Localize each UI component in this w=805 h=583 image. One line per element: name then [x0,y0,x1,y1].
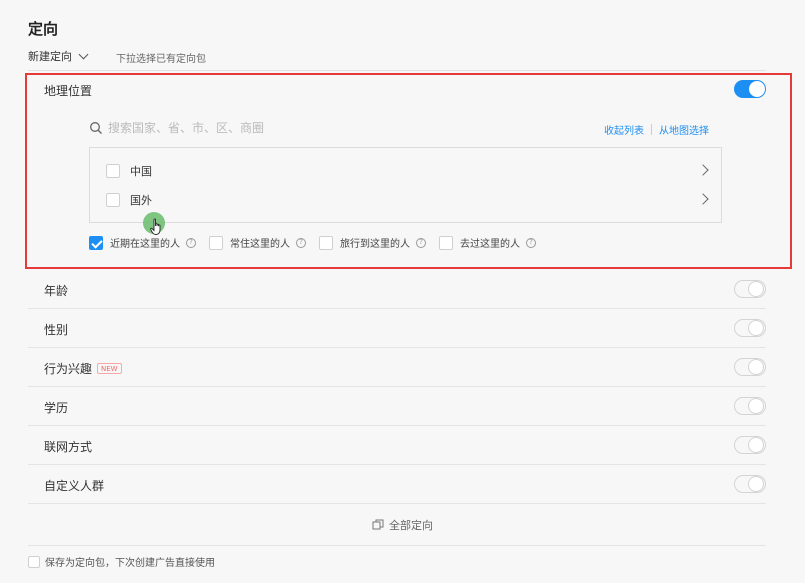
row-label: 性别 [44,323,69,337]
education-toggle[interactable] [734,397,766,415]
expand-all-icon [372,519,384,530]
row-label: 自定义人群 [44,479,105,493]
people-option-label: 去过这里的人 [460,239,520,250]
people-checkbox[interactable] [319,235,333,250]
region-checkbox[interactable] [106,193,120,207]
search-icon [90,122,102,134]
hand-cursor-icon [150,218,161,235]
people-option-resident[interactable]: 常住这里的人 ? [209,235,306,250]
age-toggle[interactable] [734,280,766,298]
help-icon[interactable]: ? [526,237,536,248]
collapse-list-link[interactable]: 收起列表 [604,122,644,137]
region-item-overseas[interactable]: 国外 [106,191,711,209]
new-targeting-label: 新建定向 [28,50,72,63]
geo-toggle[interactable] [734,80,766,98]
row-label: 联网方式 [44,440,93,454]
toggle-knob [749,81,765,97]
toggle-knob [748,320,764,336]
row-label: 年龄 [44,284,69,298]
geo-section-title: 地理位置 [44,84,93,98]
targeting-row-network: 联网方式 [28,426,766,465]
toggle-knob [748,398,764,414]
toggle-knob [748,476,764,492]
people-type-options: 近期在这里的人 ? 常住这里的人 ? 旅行到这里的人 ? 去过这里的人 ? [89,235,549,250]
interests-toggle[interactable] [734,358,766,376]
targeting-row-custom-audience: 自定义人群 [28,465,766,504]
link-separator [651,124,652,135]
network-toggle[interactable] [734,436,766,454]
targeting-row-gender: 性别 [28,309,766,348]
map-select-link[interactable]: 从地图选择 [659,122,709,137]
chevron-right-icon[interactable] [697,164,709,176]
divider [28,545,766,546]
new-badge: NEW [97,363,122,374]
custom-audience-toggle[interactable] [734,475,766,493]
help-icon[interactable]: ? [296,237,306,248]
help-icon[interactable]: ? [416,237,426,248]
people-checkbox[interactable] [439,235,453,250]
geo-links: 收起列表 从地图选择 [604,122,709,137]
dropdown-hint: 下拉选择已有定向包 [116,54,206,65]
people-option-label: 常住这里的人 [230,239,290,250]
all-targeting-button[interactable]: 全部定向 [372,517,433,533]
region-search-input[interactable] [108,118,408,138]
targeting-row-interests: 行为兴趣 NEW [28,348,766,387]
region-label: 中国 [130,165,152,178]
people-checkbox[interactable] [209,235,223,250]
people-option-traveling[interactable]: 旅行到这里的人 ? [319,235,426,250]
toggle-knob [748,281,764,297]
row-label: 行为兴趣 NEW [44,360,122,377]
region-checkbox[interactable] [106,164,120,178]
region-list: 中国 国外 [89,147,722,223]
save-package-label: 保存为定向包，下次创建广告直接使用 [45,558,215,569]
chevron-down-icon [78,49,89,59]
people-option-label: 旅行到这里的人 [340,239,410,250]
targeting-row-age: 年龄 [28,270,766,309]
all-targeting-label: 全部定向 [389,519,433,532]
help-icon[interactable]: ? [186,237,196,248]
targeting-row-education: 学历 [28,387,766,426]
toggle-knob [748,359,764,375]
divider [28,70,766,71]
save-as-package-option[interactable]: 保存为定向包，下次创建广告直接使用 [28,554,215,569]
people-option-recent[interactable]: 近期在这里的人 ? [89,235,196,250]
page-title: 定向 [28,20,59,38]
gender-toggle[interactable] [734,319,766,337]
new-targeting-dropdown[interactable]: 新建定向 [28,48,89,64]
region-item-china[interactable]: 中国 [106,162,711,180]
people-checkbox[interactable] [89,235,103,250]
save-package-checkbox[interactable] [28,555,40,568]
people-option-label: 近期在这里的人 [110,239,180,250]
toggle-knob [748,437,764,453]
row-label: 学历 [44,401,69,415]
people-option-visited[interactable]: 去过这里的人 ? [439,235,536,250]
chevron-right-icon[interactable] [697,193,709,205]
region-label: 国外 [130,194,152,207]
